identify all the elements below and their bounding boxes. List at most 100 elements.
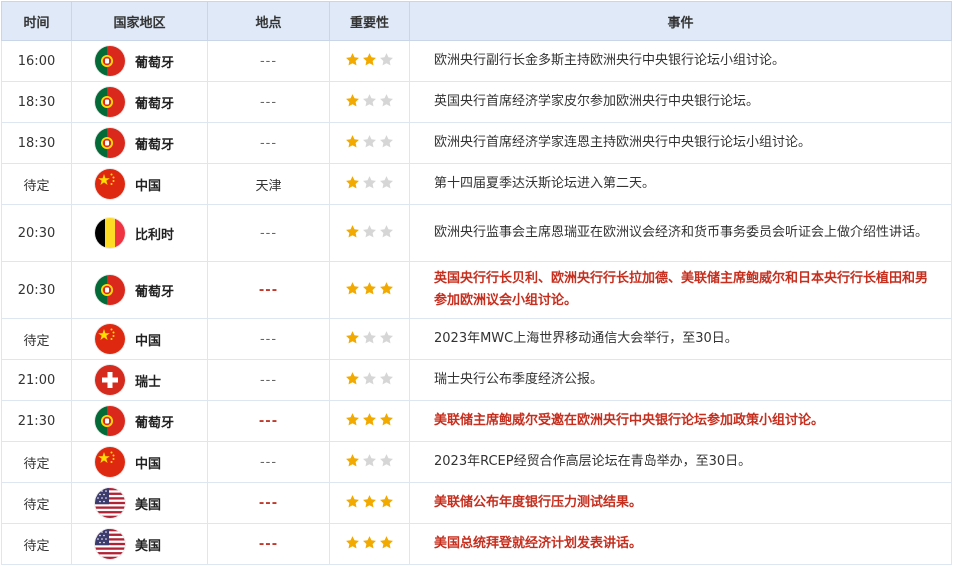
star-empty-icon — [379, 52, 394, 67]
time-cell: 20:30 — [1, 204, 72, 262]
star-filled-icon — [345, 494, 360, 509]
event-cell: 第十四届夏季达沃斯论坛进入第二天。 — [409, 163, 952, 205]
event-cell: 欧洲央行首席经济学家连恩主持欧洲央行中央银行论坛小组讨论。 — [409, 122, 952, 164]
importance-cell — [329, 40, 410, 82]
country-cell: 中国 — [71, 163, 208, 205]
location-cell: 天津 — [207, 163, 330, 205]
time-cell: 20:30 — [1, 261, 72, 319]
star-filled-icon — [379, 412, 394, 427]
star-filled-icon — [379, 281, 394, 296]
china-flag — [95, 324, 125, 354]
star-empty-icon — [362, 175, 377, 190]
importance-stars — [345, 281, 394, 296]
event-cell: 美国总统拜登就经济计划发表讲话。 — [409, 523, 952, 565]
star-empty-icon — [379, 453, 394, 468]
country-name: 中国 — [135, 178, 162, 194]
country-cell: 美国 — [71, 523, 208, 565]
country-name: 中国 — [135, 333, 162, 349]
star-filled-icon — [362, 535, 377, 550]
time-cell: 21:00 — [1, 359, 72, 401]
star-empty-icon — [362, 453, 377, 468]
star-empty-icon — [362, 330, 377, 345]
importance-cell — [329, 441, 410, 483]
country-name: 美国 — [135, 497, 162, 513]
country-name: 中国 — [135, 456, 162, 472]
importance-cell — [329, 122, 410, 164]
time-cell: 待定 — [1, 441, 72, 483]
location-cell: --- — [207, 81, 330, 123]
table-body: 16:00 葡萄牙 --- 欧洲央行副行长金多斯主持欧洲央行中央银行论坛小组讨论。 18… — [1, 40, 952, 565]
time-cell: 待定 — [1, 318, 72, 360]
location-cell: --- — [207, 122, 330, 164]
importance-cell — [329, 204, 410, 262]
belgium-flag — [95, 218, 125, 248]
importance-cell — [329, 359, 410, 401]
location-text: --- — [259, 53, 278, 69]
country-cell: 比利时 — [71, 204, 208, 262]
header-country: 国家地区 — [71, 1, 208, 41]
star-filled-icon — [345, 281, 360, 296]
star-empty-icon — [379, 134, 394, 149]
table-row: 20:30 比利时 --- 欧洲央行监事会主席恩瑞亚在欧洲议会经济和货币事务委员会听证… — [1, 204, 952, 262]
importance-cell — [329, 318, 410, 360]
country-name: 葡萄牙 — [135, 415, 175, 431]
event-cell: 瑞士央行公布季度经济公报。 — [409, 359, 952, 401]
event-cell: 美联储公布年度银行压力测试结果。 — [409, 482, 952, 524]
star-empty-icon — [362, 93, 377, 108]
country-cell: 葡萄牙 — [71, 122, 208, 164]
importance-cell — [329, 482, 410, 524]
location-cell: --- — [207, 523, 330, 565]
star-filled-icon — [345, 52, 360, 67]
location-text: --- — [259, 372, 278, 388]
importance-stars — [345, 175, 394, 190]
event-cell: 英国央行行长贝利、欧洲央行行长拉加德、美联储主席鲍威尔和日本央行行长植田和男参加… — [409, 261, 952, 319]
header-importance: 重要性 — [329, 1, 410, 41]
importance-cell — [329, 163, 410, 205]
location-text: --- — [258, 413, 279, 429]
importance-stars — [345, 134, 394, 149]
star-empty-icon — [379, 371, 394, 386]
location-cell: --- — [207, 40, 330, 82]
header-time: 时间 — [1, 1, 72, 41]
importance-stars — [345, 52, 394, 67]
country-cell: 葡萄牙 — [71, 40, 208, 82]
importance-cell — [329, 523, 410, 565]
importance-stars — [345, 330, 394, 345]
importance-stars — [345, 412, 394, 427]
country-name: 比利时 — [135, 227, 175, 243]
importance-stars — [345, 453, 394, 468]
location-text: --- — [259, 135, 278, 151]
time-cell: 21:30 — [1, 400, 72, 442]
time-cell: 待定 — [1, 523, 72, 565]
location-text: --- — [258, 282, 279, 298]
table-row: 待定 美国 --- 美联储公布年度银行压力测试结果。 — [1, 482, 952, 524]
country-cell: 葡萄牙 — [71, 261, 208, 319]
star-empty-icon — [379, 93, 394, 108]
event-cell: 英国央行首席经济学家皮尔参加欧洲央行中央银行论坛。 — [409, 81, 952, 123]
country-cell: 葡萄牙 — [71, 400, 208, 442]
header-location: 地点 — [207, 1, 330, 41]
location-cell: --- — [207, 204, 330, 262]
event-cell: 2023年RCEP经贸合作高层论坛在青岛举办，至30日。 — [409, 441, 952, 483]
location-text: --- — [259, 454, 278, 470]
star-filled-icon — [345, 134, 360, 149]
star-filled-icon — [345, 93, 360, 108]
table-row: 18:30 葡萄牙 --- 英国央行首席经济学家皮尔参加欧洲央行中央银行论坛。 — [1, 81, 952, 123]
country-cell: 瑞士 — [71, 359, 208, 401]
switzerland-flag — [95, 365, 125, 395]
star-empty-icon — [379, 330, 394, 345]
country-name: 葡萄牙 — [135, 284, 175, 300]
country-cell: 中国 — [71, 441, 208, 483]
table-row: 待定 中国 天津 第十四届夏季达沃斯论坛进入第二天。 — [1, 163, 952, 205]
importance-stars — [345, 93, 394, 108]
event-cell: 欧洲央行监事会主席恩瑞亚在欧洲议会经济和货币事务委员会听证会上做介绍性讲话。 — [409, 204, 952, 262]
location-cell: --- — [207, 441, 330, 483]
star-filled-icon — [379, 494, 394, 509]
time-cell: 18:30 — [1, 81, 72, 123]
location-text: --- — [258, 495, 279, 511]
importance-stars — [345, 371, 394, 386]
table-header-row: 时间 国家地区 地点 重要性 事件 — [1, 1, 952, 41]
table-row: 待定 中国 --- 2023年MWC上海世界移动通信大会举行，至30日。 — [1, 318, 952, 360]
star-filled-icon — [345, 412, 360, 427]
header-event: 事件 — [409, 1, 952, 41]
